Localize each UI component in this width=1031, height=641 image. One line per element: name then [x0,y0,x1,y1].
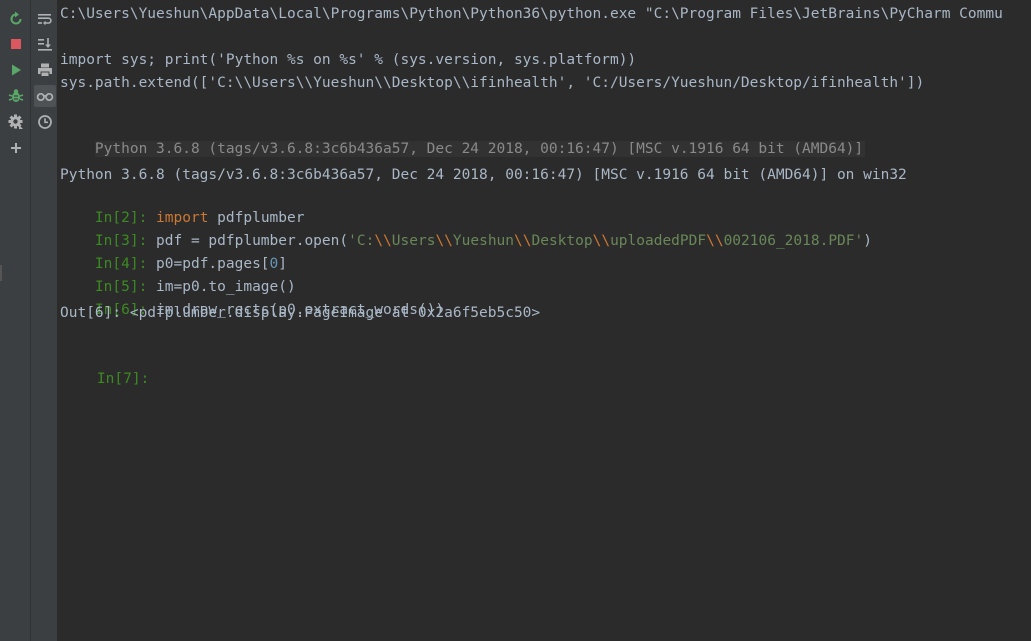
history-button[interactable] [34,111,56,133]
code-token: \\ [435,233,453,249]
python-console-output[interactable]: C:\Users\Yueshun\AppData\Local\Programs\… [60,0,1031,641]
history-icon [38,115,52,129]
code-token: 002106_2018.PDF' [723,233,864,249]
input-line-4: In[4]: p0=pdf.pages[0] [60,234,287,272]
soft-wrap-button[interactable] [34,8,56,30]
stop-icon [11,39,21,49]
run-button[interactable] [5,59,27,81]
console-view-toolbar [31,0,58,641]
code-token: \\ [706,233,724,249]
code-token: uploadedPDF [610,233,707,249]
input-line-2: In[2]: import pdfplumber [60,188,305,226]
console-action-toolbar [0,0,31,641]
banner-text: Python 3.6.8 (tags/v3.6.8:3c6b436a57, De… [94,141,866,157]
print-icon [38,63,52,77]
show-variables-button[interactable] [34,85,56,107]
add-icon [11,143,21,153]
debug-icon [8,89,24,102]
scroll-to-end-icon [38,38,52,51]
code-token: \\ [514,233,532,249]
stop-button[interactable] [5,33,27,55]
code-token: 'C: [348,233,375,249]
settings-icon [8,114,23,129]
current-input-line[interactable]: In[7]: [62,349,149,387]
code-token: Yueshun [452,233,515,249]
print-button[interactable] [34,59,56,81]
startup-line-2: sys.path.extend(['C:\\Users\\Yueshun\\De… [60,75,925,91]
version-line: Python 3.6.8 (tags/v3.6.8:3c6b436a57, De… [60,167,907,183]
banner-line: Python 3.6.8 (tags/v3.6.8:3c6b436a57, De… [60,119,866,157]
gutter-mark [0,265,2,281]
settings-button[interactable] [5,111,27,133]
new-console-button[interactable] [5,137,27,159]
startup-line-1: import sys; print('Python %s on %s' % (s… [60,52,637,68]
code-token: \\ [592,233,611,249]
input-line-5: In[5]: im=p0.to_image() [60,257,296,295]
show-variables-icon [36,92,54,102]
input-line-3: In[3]: pdf = pdfplumber.open('C:\\Users\… [60,211,872,249]
current-prompt: In[7]: [96,371,150,387]
soft-wrap-icon [38,14,52,26]
scroll-to-end-button[interactable] [34,33,56,55]
command-line: C:\Users\Yueshun\AppData\Local\Programs\… [60,6,1003,22]
code-token: Desktop [531,233,593,249]
code-token: ) [863,233,872,249]
debug-button[interactable] [5,85,27,107]
input-line-6: In[6]: im.draw_rects(p0.extract_words()) [60,280,444,318]
code-token: \\ [374,233,392,249]
rerun-icon [10,11,22,25]
code-token: Users [391,233,436,249]
rerun-button[interactable] [5,8,27,30]
run-icon [12,64,21,76]
output-line-6: Out[6]: <pdfplumber.display.PageImage at… [60,305,541,321]
